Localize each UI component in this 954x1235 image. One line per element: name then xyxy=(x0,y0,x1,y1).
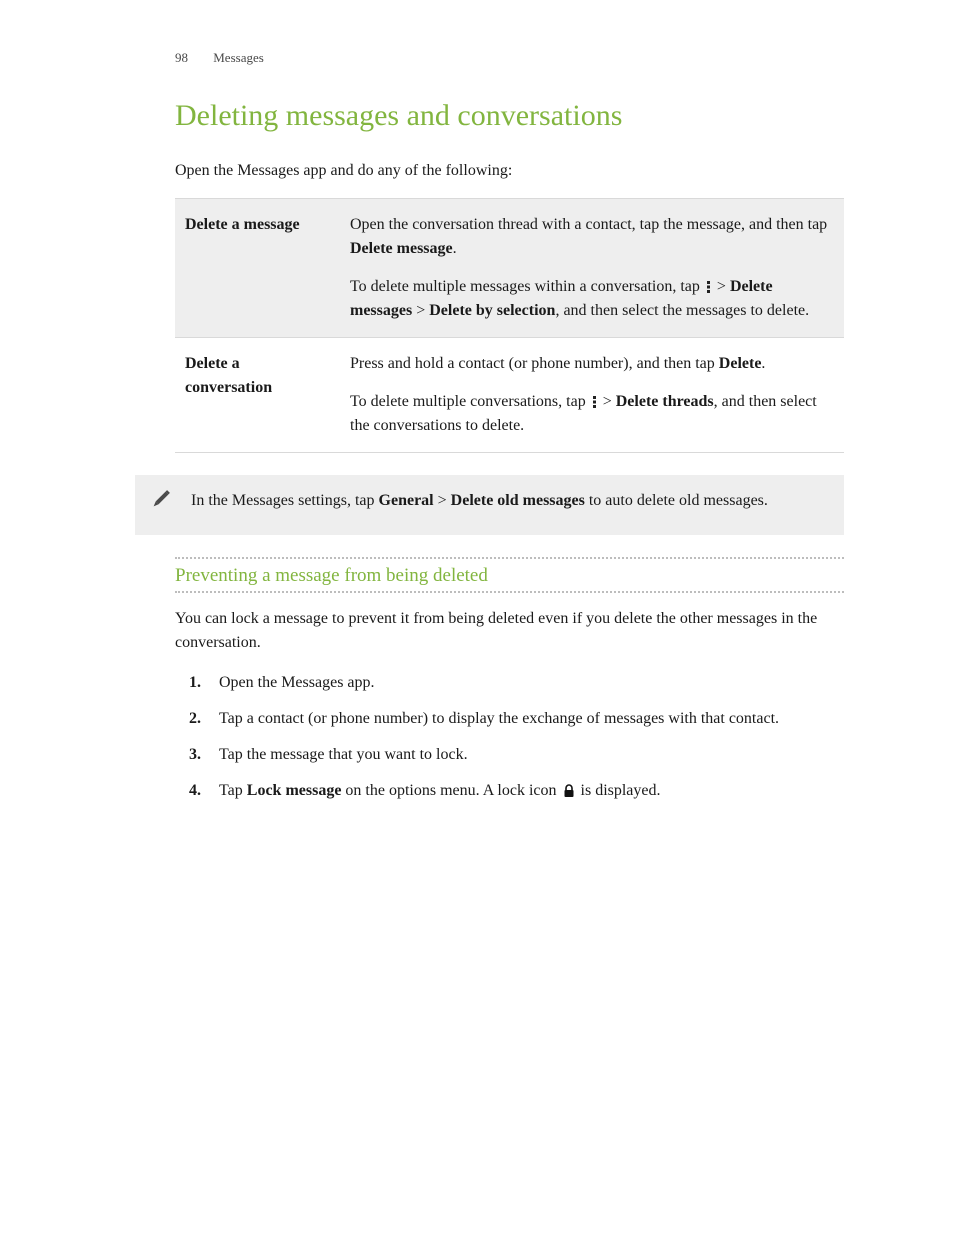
list-item: Tap a contact (or phone number) to displ… xyxy=(175,707,844,731)
intro-paragraph: Open the Messages app and do any of the … xyxy=(175,162,844,180)
steps-list: Open the Messages app. Tap a contact (or… xyxy=(175,671,844,803)
tip-callout: In the Messages settings, tap General > … xyxy=(135,475,844,535)
list-item: Tap the message that you want to lock. xyxy=(175,743,844,767)
row-description: Press and hold a contact (or phone numbe… xyxy=(340,338,844,453)
actions-table: Delete a message Open the conversation t… xyxy=(175,198,844,453)
list-item: Tap Lock message on the options menu. A … xyxy=(175,779,844,803)
subheading: Preventing a message from being deleted xyxy=(175,565,844,587)
page-title: Deleting messages and conversations xyxy=(175,98,844,134)
sub-intro-paragraph: You can lock a message to prevent it fro… xyxy=(175,607,844,655)
document-page: 98 Messages Deleting messages and conver… xyxy=(0,0,954,875)
table-row: Delete a message Open the conversation t… xyxy=(175,199,844,338)
tip-text: In the Messages settings, tap General > … xyxy=(191,489,768,513)
overflow-menu-icon xyxy=(706,280,711,294)
section-name: Messages xyxy=(213,50,264,65)
lock-icon xyxy=(563,784,575,798)
page-number: 98 xyxy=(175,50,188,65)
row-description: Open the conversation thread with a cont… xyxy=(340,199,844,338)
divider xyxy=(175,591,844,593)
row-label: Delete a conversation xyxy=(175,338,340,453)
overflow-menu-icon xyxy=(592,395,597,409)
pencil-icon xyxy=(147,487,173,521)
row-label: Delete a message xyxy=(175,199,340,338)
table-row: Delete a conversation Press and hold a c… xyxy=(175,338,844,453)
running-header: 98 Messages xyxy=(175,50,844,66)
divider xyxy=(175,557,844,559)
list-item: Open the Messages app. xyxy=(175,671,844,695)
